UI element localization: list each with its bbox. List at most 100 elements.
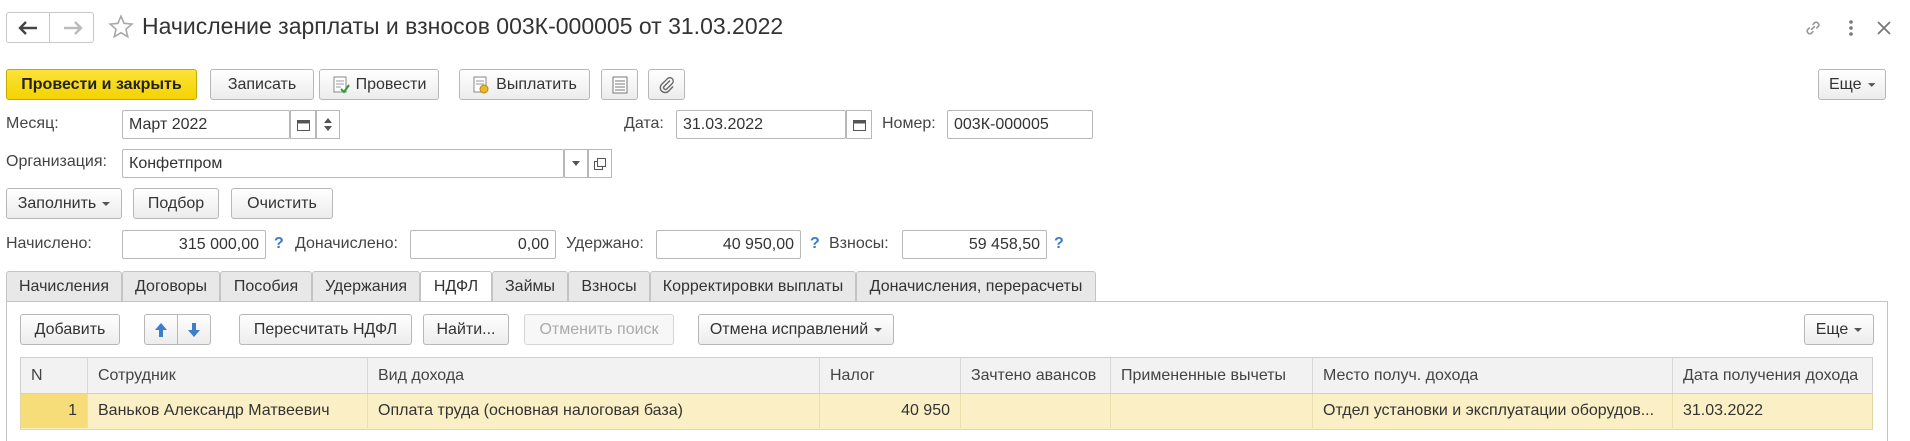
- extra-accrued-label: Доначислено:: [295, 235, 398, 252]
- number-label: Номер:: [882, 115, 936, 132]
- more-menu-icon[interactable]: [1840, 17, 1862, 39]
- column-header-employee[interactable]: Сотрудник: [88, 358, 368, 393]
- pay-button[interactable]: Выплатить: [459, 69, 590, 100]
- close-icon[interactable]: [1874, 18, 1894, 38]
- month-stepper[interactable]: [316, 110, 340, 139]
- contributions-field[interactable]: 59 458,50: [902, 230, 1047, 259]
- month-field[interactable]: Март 2022: [122, 110, 290, 139]
- cancel-search-button[interactable]: Отменить поиск: [524, 314, 674, 345]
- fill-button[interactable]: Заполнить: [6, 188, 122, 219]
- column-header-date[interactable]: Дата получения дохода: [1673, 358, 1872, 393]
- post-and-close-button[interactable]: Провести и закрыть: [6, 69, 197, 100]
- column-header-tax[interactable]: Налог: [820, 358, 961, 393]
- tab-contributions[interactable]: Взносы: [568, 271, 650, 301]
- tab-accruals[interactable]: Начисления: [6, 271, 122, 301]
- tab-loans[interactable]: Займы: [492, 271, 568, 301]
- calendar-icon: [296, 119, 310, 131]
- accrued-field[interactable]: 315 000,00: [122, 230, 266, 259]
- month-label: Месяц:: [6, 115, 59, 132]
- column-header-place[interactable]: Место получ. дохода: [1313, 358, 1673, 393]
- tab-ndfl[interactable]: НДФЛ: [420, 271, 492, 302]
- cancel-corrections-button[interactable]: Отмена исправлений: [698, 314, 894, 345]
- pay-button-label: Выплатить: [496, 75, 577, 93]
- pay-document-icon: [473, 76, 489, 93]
- contributions-help-icon[interactable]: ?: [1054, 235, 1064, 253]
- back-button[interactable]: [7, 13, 50, 42]
- chevron-down-icon: [1867, 82, 1875, 87]
- post-button[interactable]: Провести: [319, 69, 439, 100]
- table-more-label: Еще: [1815, 320, 1849, 338]
- stepper-up-icon: [324, 118, 332, 123]
- tab-contracts[interactable]: Договоры: [122, 271, 220, 301]
- stepper-down-icon: [324, 126, 332, 131]
- month-calendar-button[interactable]: [290, 110, 316, 139]
- more-button-label: Еще: [1829, 75, 1862, 93]
- fill-button-label: Заполнить: [17, 194, 97, 212]
- more-button[interactable]: Еще: [1818, 69, 1886, 100]
- column-header-n[interactable]: N: [21, 358, 88, 393]
- organization-dropdown-button[interactable]: [564, 149, 588, 178]
- table-more-button[interactable]: Еще: [1804, 314, 1874, 345]
- post-button-label: Провести: [355, 75, 427, 93]
- arrow-left-icon: [18, 20, 37, 35]
- cell-n[interactable]: 1: [21, 394, 88, 428]
- list-report-icon: [612, 76, 627, 93]
- date-calendar-button[interactable]: [846, 110, 872, 139]
- extra-accrued-field[interactable]: 0,00: [410, 230, 556, 259]
- calendar-icon: [852, 119, 866, 131]
- find-button[interactable]: Найти...: [423, 314, 509, 345]
- cell-income-type[interactable]: Оплата труда (основная налоговая база): [368, 394, 820, 428]
- accrued-help-icon[interactable]: ?: [274, 235, 284, 253]
- recalculate-ndfl-button[interactable]: Пересчитать НДФЛ: [239, 314, 412, 345]
- chevron-down-icon: [874, 327, 883, 332]
- cell-advances[interactable]: [961, 394, 1111, 428]
- organization-open-button[interactable]: [588, 149, 612, 178]
- column-header-advances[interactable]: Зачтено авансов: [961, 358, 1111, 393]
- report-button[interactable]: [601, 69, 638, 100]
- post-document-icon: [333, 76, 350, 94]
- cell-date[interactable]: 31.03.2022: [1673, 394, 1872, 428]
- tab-benefits[interactable]: Пособия: [220, 271, 312, 301]
- organization-label: Организация:: [6, 153, 107, 170]
- clear-button[interactable]: Очистить: [231, 188, 333, 219]
- column-header-deductions[interactable]: Примененные вычеты: [1111, 358, 1313, 393]
- attach-button[interactable]: [648, 69, 685, 100]
- cell-place[interactable]: Отдел установки и эксплуатации оборудов.…: [1313, 394, 1673, 428]
- date-label: Дата:: [624, 115, 664, 132]
- table-row[interactable]: 1 Ваньков Александр Матвеевич Оплата тру…: [20, 394, 1873, 430]
- tab-additional-accruals[interactable]: Доначисления, перерасчеты: [856, 271, 1096, 301]
- cancel-corrections-label: Отмена исправлений: [709, 320, 869, 338]
- select-button[interactable]: Подбор: [133, 188, 219, 219]
- cell-employee[interactable]: Ваньков Александр Матвеевич: [88, 394, 368, 428]
- chevron-down-icon: [1854, 327, 1863, 332]
- page-title: Начисление зарплаты и взносов 003К-00000…: [142, 13, 784, 39]
- table-header: N Сотрудник Вид дохода Налог Зачтено ава…: [20, 357, 1873, 394]
- nav-back-forward: [6, 12, 94, 43]
- link-icon[interactable]: [1802, 17, 1824, 39]
- open-window-icon: [594, 157, 606, 170]
- arrow-up-icon: [155, 322, 167, 337]
- arrow-down-icon: [188, 322, 200, 337]
- chevron-down-icon: [102, 201, 111, 206]
- move-up-button[interactable]: [144, 314, 178, 345]
- add-button[interactable]: Добавить: [20, 314, 120, 345]
- withheld-label: Удержано:: [566, 235, 644, 252]
- favorite-star-icon[interactable]: [108, 14, 134, 40]
- cell-tax[interactable]: 40 950: [820, 394, 961, 428]
- move-down-button[interactable]: [177, 314, 211, 345]
- forward-button[interactable]: [51, 13, 94, 42]
- date-field[interactable]: 31.03.2022: [676, 110, 846, 139]
- arrow-right-icon: [63, 20, 83, 35]
- organization-field[interactable]: Конфетпром: [122, 149, 564, 178]
- accrued-label: Начислено:: [6, 235, 92, 252]
- tab-deductions[interactable]: Удержания: [312, 271, 420, 301]
- chevron-down-icon: [572, 161, 580, 166]
- cell-deductions[interactable]: [1111, 394, 1313, 428]
- tab-payment-adjustments[interactable]: Корректировки выплаты: [650, 271, 856, 301]
- save-button[interactable]: Записать: [210, 69, 314, 100]
- withheld-help-icon[interactable]: ?: [810, 235, 820, 253]
- withheld-field[interactable]: 40 950,00: [656, 230, 801, 259]
- contributions-label: Взносы:: [829, 235, 889, 252]
- column-header-income-type[interactable]: Вид дохода: [368, 358, 820, 393]
- number-field[interactable]: 003К-000005: [947, 110, 1093, 139]
